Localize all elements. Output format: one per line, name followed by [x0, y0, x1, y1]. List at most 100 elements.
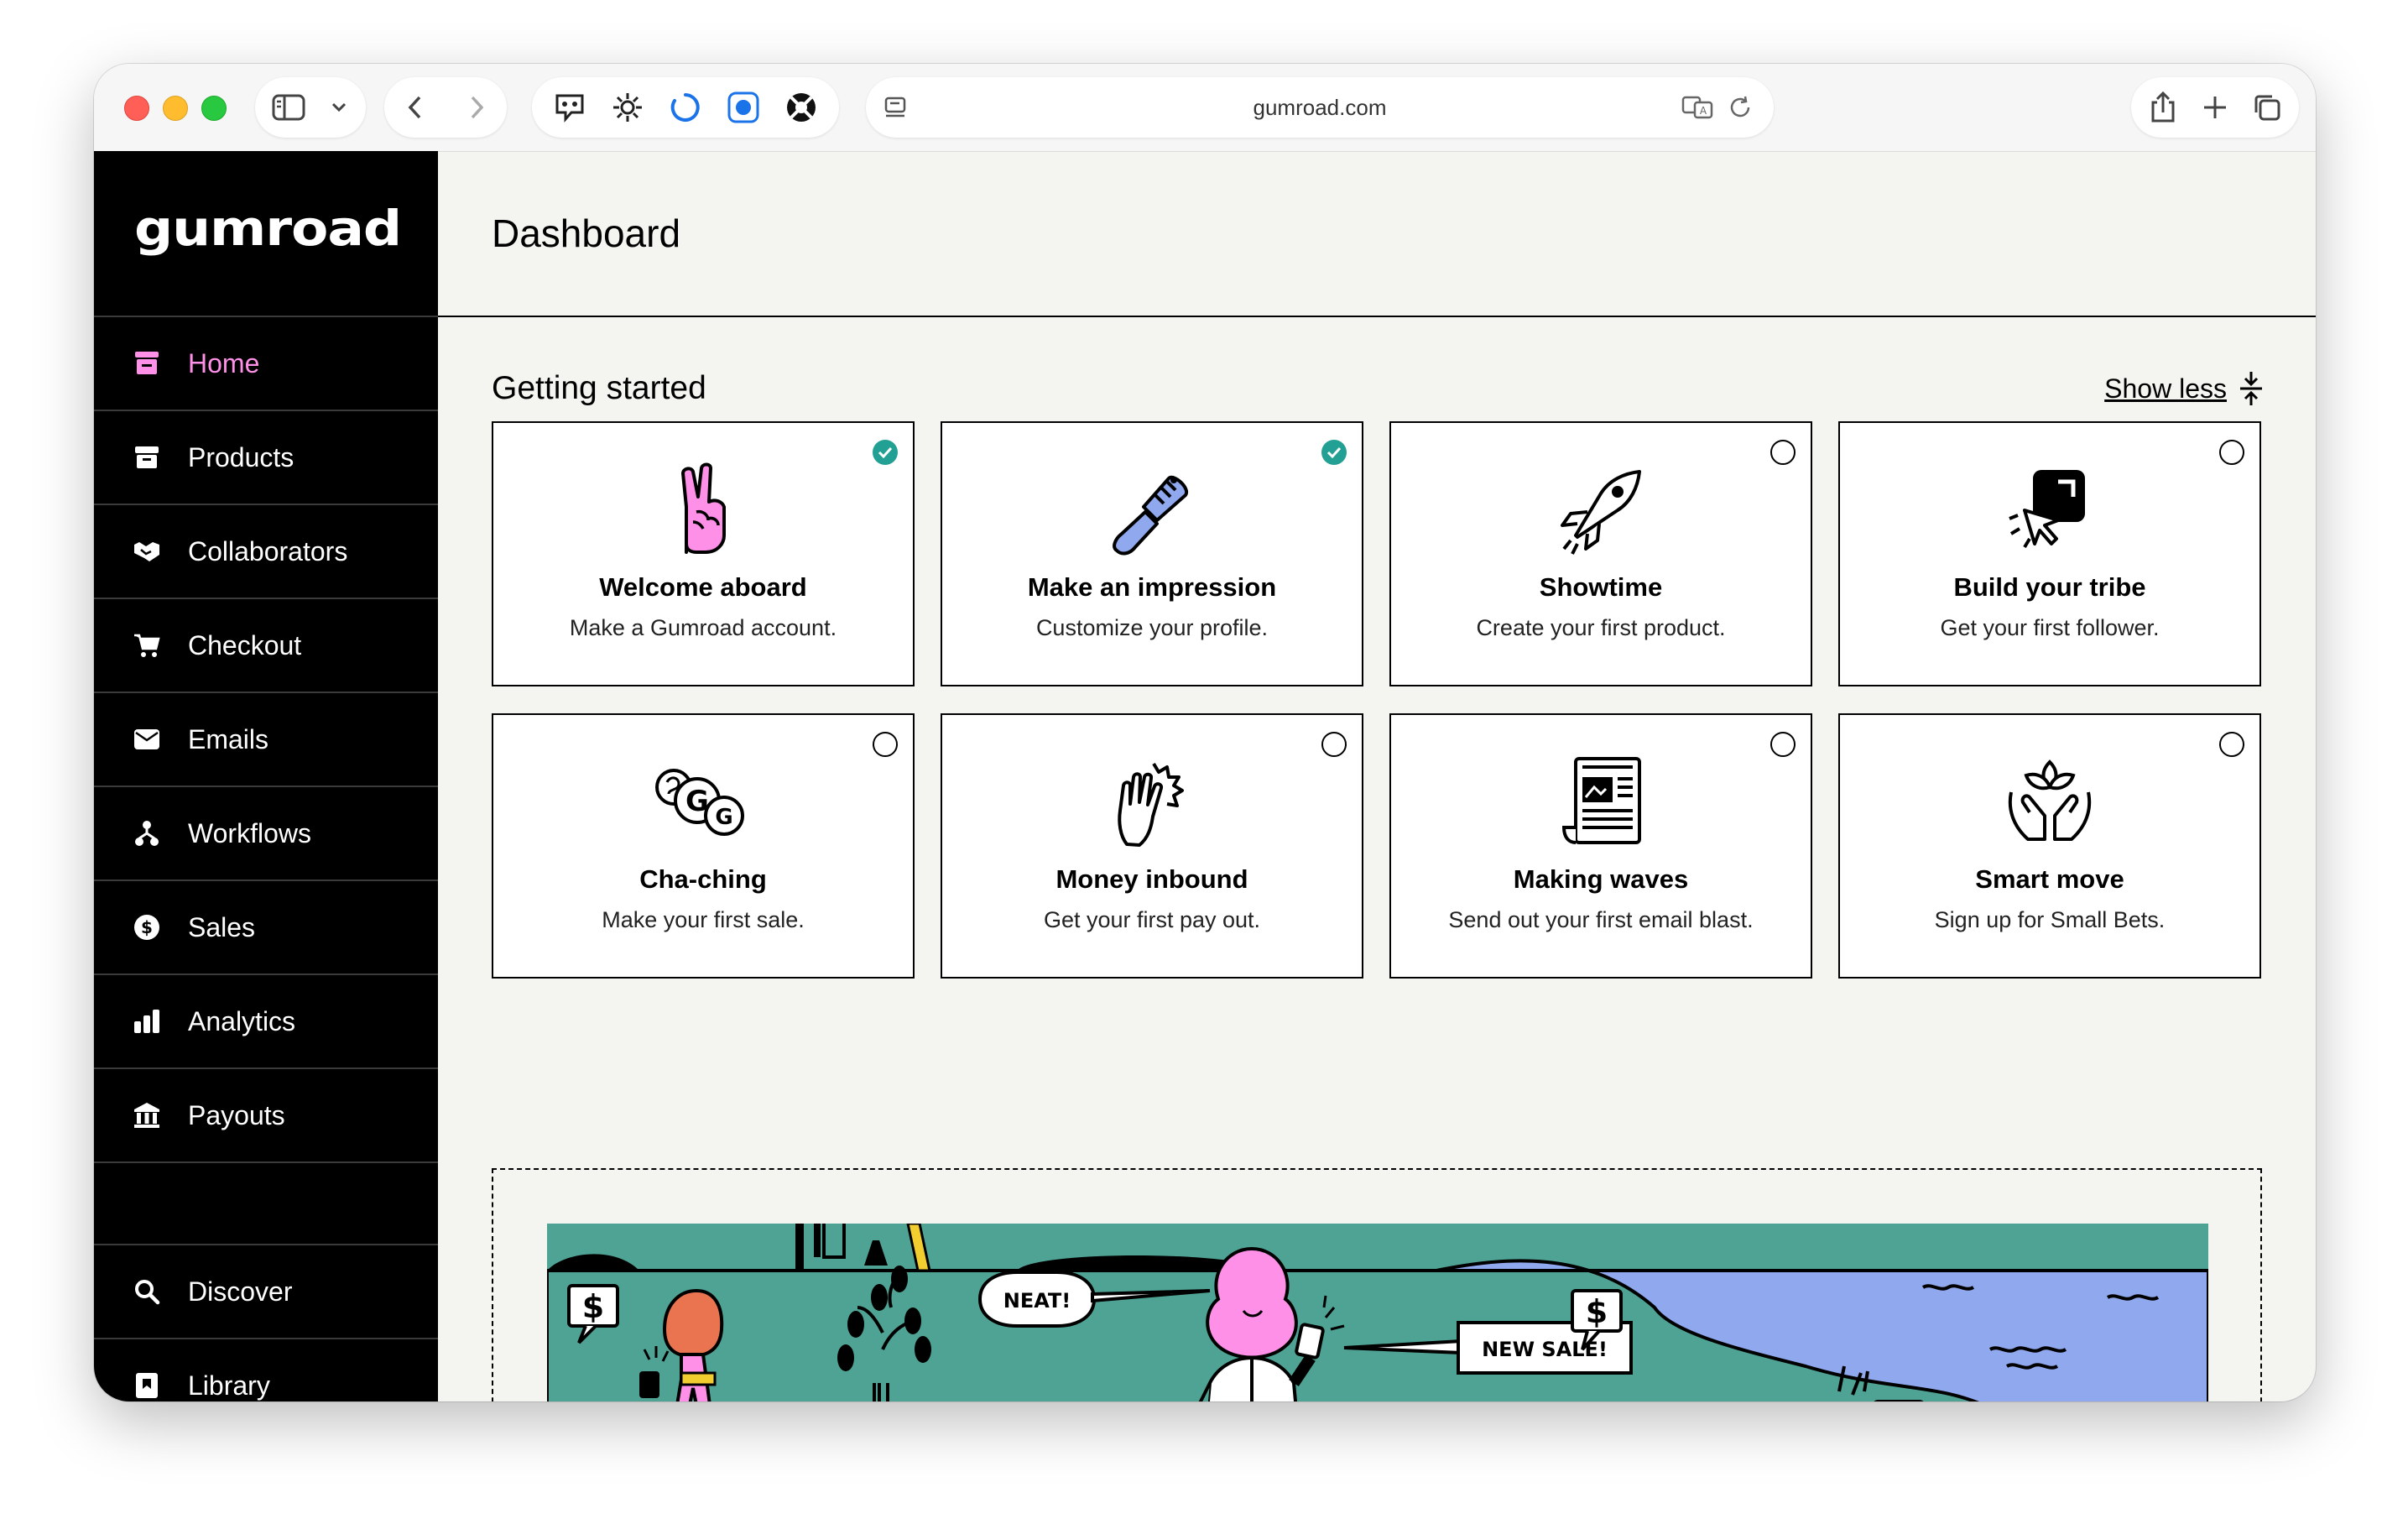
sidebar-item-home[interactable]: Home: [94, 317, 438, 411]
translate-icon[interactable]: A: [1681, 94, 1715, 125]
rocket-icon: [1391, 460, 1811, 561]
handshake-icon: [133, 537, 161, 566]
loading-icon: [670, 93, 700, 122]
svg-text:gumroad: gumroad: [134, 200, 401, 257]
card-description: Make a Gumroad account.: [569, 615, 837, 640]
collapse-icon: [2239, 370, 2264, 407]
svg-text:A: A: [1700, 105, 1707, 117]
sidebar: gumroad Home Products Collaborators Chec…: [94, 151, 438, 1401]
empty-state-panel: $ NEAT! NEW SALE! $: [492, 1168, 2262, 1401]
new-tab-button[interactable]: [2202, 77, 2228, 138]
chevron-down-icon: [331, 102, 347, 112]
sidebar-toggle-group: [255, 77, 366, 138]
show-less-label: Show less: [2104, 373, 2227, 404]
lifebuoy-icon: [787, 93, 816, 122]
sidebar-item-label: Emails: [188, 723, 269, 754]
archive-icon: [133, 443, 161, 472]
chevron-left-icon: [408, 96, 420, 119]
sidebar-item-collaborators[interactable]: Collaborators: [94, 505, 438, 599]
sidebar-item-emails[interactable]: Emails: [94, 693, 438, 787]
checklist-card-money-inbound[interactable]: Money inbound Get your first pay out.: [941, 713, 1363, 979]
sidebar-item-analytics[interactable]: Analytics: [94, 975, 438, 1069]
share-button[interactable]: [2148, 77, 2178, 138]
dollar-sign-label: $: [582, 1288, 604, 1325]
workflow-icon: [133, 819, 161, 848]
page-header: Dashboard: [438, 151, 2316, 317]
extension-button[interactable]: [727, 77, 760, 138]
card-description: Get your first pay out.: [1043, 907, 1261, 932]
main-content: Dashboard Getting started Show less Welc…: [438, 151, 2316, 1401]
checklist-card-making-waves[interactable]: Making waves Send out your first email b…: [1389, 713, 1812, 979]
address-bar[interactable]: gumroad.com A: [866, 77, 1774, 138]
search-icon: [133, 1277, 161, 1306]
sidebar-item-label: Workflows: [188, 817, 311, 848]
extension-button[interactable]: [611, 77, 644, 138]
sidebar-item-label: Payouts: [188, 1099, 285, 1130]
sidebar-item-workflows[interactable]: Workflows: [94, 787, 438, 881]
tabs-icon: [2254, 95, 2280, 121]
checklist-card-showtime[interactable]: Showtime Create your first product.: [1389, 421, 1812, 686]
extension-button[interactable]: [553, 77, 586, 138]
getting-started-grid: Welcome aboard Make a Gumroad account. M…: [492, 421, 2262, 979]
forward-button[interactable]: [446, 77, 507, 138]
checklist-card-make-an-impression[interactable]: Make an impression Customize your profil…: [941, 421, 1363, 686]
gear-icon: [612, 93, 642, 122]
sidebar-item-label: Discover: [188, 1276, 293, 1307]
sidebar-item-products[interactable]: Products: [94, 411, 438, 505]
dollar-circle-icon: $: [133, 913, 161, 942]
chevron-right-icon: [471, 96, 483, 119]
checklist-card-smart-move[interactable]: Smart move Sign up for Small Bets.: [1838, 713, 2261, 979]
plus-icon: [2204, 97, 2226, 118]
browser-toolbar: gumroad.com A: [94, 64, 2316, 152]
sidebar-item-discover[interactable]: Discover: [94, 1245, 438, 1339]
card-title: Cha-ching: [639, 864, 767, 894]
card-title: Smart move: [1975, 864, 2124, 894]
extension-button[interactable]: [669, 77, 702, 138]
svg-text:G: G: [715, 805, 732, 830]
close-window-button[interactable]: [124, 96, 149, 121]
url-text: gumroad.com: [1253, 95, 1387, 120]
sidebar-item-label: Collaborators: [188, 535, 348, 566]
checklist-card-welcome-aboard[interactable]: Welcome aboard Make a Gumroad account.: [492, 421, 915, 686]
reload-icon[interactable]: [1727, 94, 1754, 125]
speech-bubble-icon: [555, 94, 584, 123]
checklist-card-build-your-tribe[interactable]: Build your tribe Get your first follower…: [1838, 421, 2261, 686]
extension-button[interactable]: [784, 77, 818, 138]
bar-chart-icon: [133, 1007, 161, 1036]
gumroad-wordmark: gumroad: [134, 200, 402, 257]
share-icon: [2151, 91, 2175, 123]
sidebar-spacer: [94, 1163, 438, 1245]
high-five-icon: [942, 752, 1362, 853]
zoom-window-button[interactable]: [201, 96, 227, 121]
tab-groups-dropdown[interactable]: [322, 77, 356, 138]
card-title: Build your tribe: [1953, 572, 2146, 602]
browser-window: gumroad.com A gumroad Home Products Coll…: [94, 64, 2316, 1401]
sidebar-item-checkout[interactable]: Checkout: [94, 599, 438, 693]
gumroad-logo[interactable]: gumroad: [134, 198, 403, 274]
coins-icon: GG: [493, 752, 913, 853]
sidebar-item-payouts[interactable]: Payouts: [94, 1069, 438, 1163]
sales-illustration: $ NEAT! NEW SALE! $: [547, 1224, 2208, 1401]
sidebar-item-library[interactable]: Library: [94, 1339, 438, 1401]
tab-overview-button[interactable]: [2252, 77, 2282, 138]
card-description: Create your first product.: [1476, 615, 1726, 640]
bank-icon: [133, 1101, 161, 1130]
card-description: Send out your first email blast.: [1448, 907, 1754, 932]
card-description: Make your first sale.: [602, 907, 805, 932]
card-title: Making waves: [1513, 864, 1689, 894]
getting-started-title: Getting started: [492, 370, 706, 406]
sidebar-item-label: Products: [188, 441, 294, 472]
back-button[interactable]: [384, 77, 446, 138]
sidebar-item-sales[interactable]: $ Sales: [94, 881, 438, 975]
store-icon: [133, 349, 161, 378]
card-title: Showtime: [1539, 572, 1663, 602]
sidebar-toggle-button[interactable]: [255, 77, 322, 138]
paintbrush-icon: [942, 460, 1362, 561]
extensions-bar: [532, 77, 839, 138]
minimize-window-button[interactable]: [163, 96, 188, 121]
card-title: Welcome aboard: [599, 572, 807, 602]
show-less-button[interactable]: Show less: [2104, 368, 2264, 410]
cursor-click-icon: [1840, 460, 2259, 561]
checklist-card-cha-ching[interactable]: GG Cha-ching Make your first sale.: [492, 713, 915, 979]
envelope-icon: [133, 725, 161, 754]
